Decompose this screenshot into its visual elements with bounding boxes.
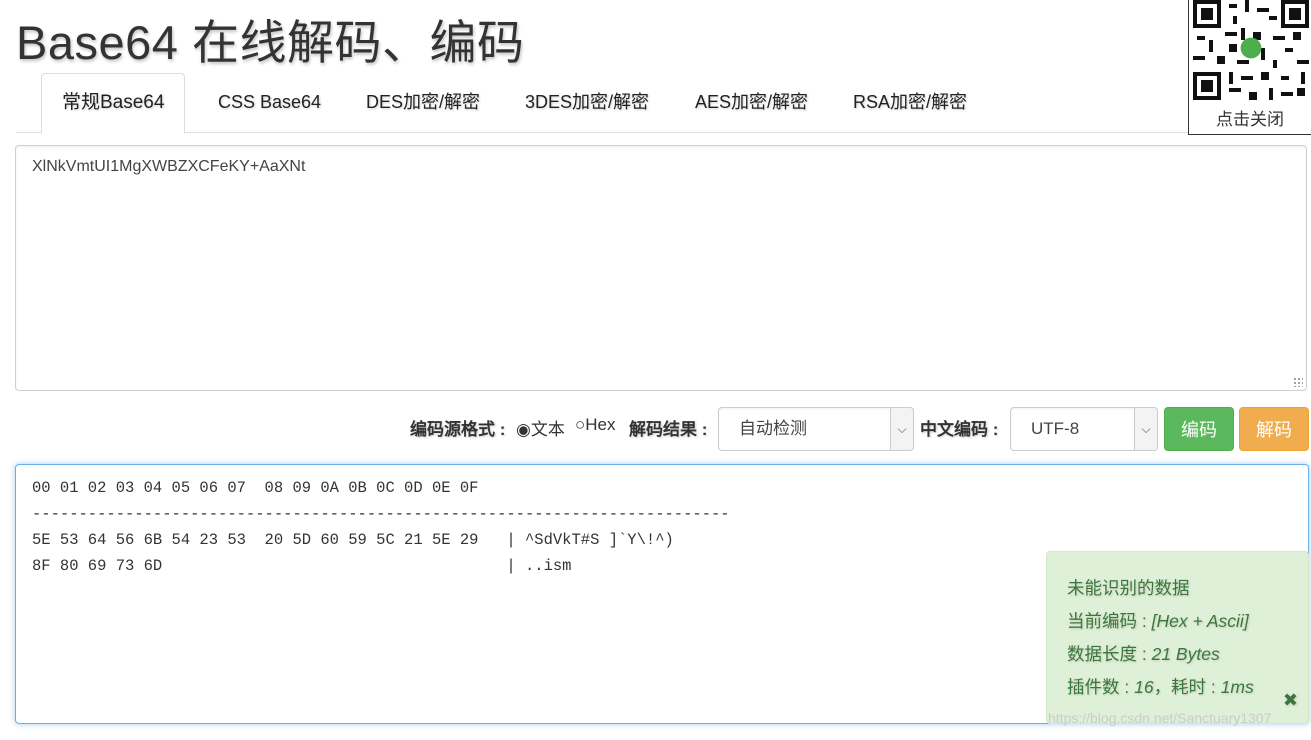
decode-button[interactable]: 解码 bbox=[1239, 407, 1309, 451]
decode-result-value: 自动检测 bbox=[739, 419, 807, 438]
chinese-encoding-value: UTF-8 bbox=[1031, 419, 1080, 438]
tab-bar: 常规Base64 CSS Base64 DES加密/解密 3DES加密/解密 A… bbox=[16, 73, 1310, 134]
tab-rsa[interactable]: RSA加密/解密 bbox=[853, 73, 967, 132]
chevron-down-icon: ⌵ bbox=[1134, 408, 1157, 450]
tab-3des[interactable]: 3DES加密/解密 bbox=[525, 73, 649, 132]
resize-grip-icon[interactable] bbox=[1293, 377, 1303, 387]
base64-input[interactable]: XlNkVmtUI1MgXWBZXCFeKY+AaXNt bbox=[15, 145, 1307, 391]
info-length-value: 21 Bytes bbox=[1151, 644, 1220, 664]
hex-divider-line: ----------------------------------------… bbox=[32, 505, 730, 523]
info-plugins-value: 16 bbox=[1134, 677, 1154, 697]
tab-aes[interactable]: AES加密/解密 bbox=[695, 73, 808, 132]
decode-result-select[interactable]: 自动检测 ⌵ bbox=[718, 407, 914, 451]
info-time-label: ，耗时 : bbox=[1153, 677, 1221, 697]
qr-close-link[interactable]: 点击关闭 bbox=[1189, 105, 1311, 130]
hex-header-line: 00 01 02 03 04 05 06 07 08 09 0A 0B 0C 0… bbox=[32, 479, 479, 497]
info-plugins-label: 插件数 : bbox=[1067, 677, 1135, 697]
input-text: XlNkVmtUI1MgXWBZXCFeKY+AaXNt bbox=[32, 158, 306, 175]
page-title: Base64 在线解码、编码 bbox=[16, 16, 525, 69]
radio-text[interactable]: ◉文本 bbox=[516, 415, 565, 440]
decode-result-label: 解码结果 : bbox=[629, 420, 708, 439]
radio-text-label: 文本 bbox=[530, 420, 565, 439]
chinese-encoding-select[interactable]: UTF-8 ⌵ bbox=[1010, 407, 1158, 451]
close-icon[interactable]: ✖ bbox=[1283, 690, 1298, 711]
info-length-label: 数据长度 : bbox=[1067, 644, 1152, 664]
radio-hex-label: Hex bbox=[585, 415, 616, 434]
info-plugins-row: 插件数 : 16，耗时 : 1ms bbox=[1067, 671, 1288, 704]
tab-des[interactable]: DES加密/解密 bbox=[366, 73, 480, 132]
radio-checked-icon: ◉ bbox=[516, 420, 531, 439]
radio-unchecked-icon: ○ bbox=[575, 415, 586, 434]
encode-button[interactable]: 编码 bbox=[1164, 407, 1234, 451]
info-time-value: 1ms bbox=[1220, 677, 1254, 697]
qr-panel: 点击关闭 bbox=[1188, 0, 1311, 135]
info-encoding-label: 当前编码 : bbox=[1067, 611, 1152, 631]
chinese-encoding-label: 中文编码 : bbox=[920, 420, 999, 439]
source-format-label: 编码源格式 : bbox=[410, 420, 506, 439]
tab-css-base64[interactable]: CSS Base64 bbox=[218, 73, 321, 132]
tab-base64[interactable]: 常规Base64 bbox=[41, 73, 186, 134]
radio-hex[interactable]: ○Hex bbox=[575, 415, 616, 435]
info-encoding-row: 当前编码 : [Hex + Ascii] bbox=[1067, 605, 1288, 638]
chevron-down-icon: ⌵ bbox=[890, 408, 913, 450]
info-panel: 未能识别的数据 当前编码 : [Hex + Ascii] 数据长度 : 21 B… bbox=[1046, 551, 1309, 724]
info-title: 未能识别的数据 bbox=[1067, 578, 1190, 598]
watermark: https://blog.csdn.net/Sanctuary1307 bbox=[1048, 710, 1272, 726]
qr-code-icon bbox=[1193, 0, 1309, 100]
info-length-row: 数据长度 : 21 Bytes bbox=[1067, 638, 1288, 671]
info-encoding-value: [Hex + Ascii] bbox=[1151, 611, 1249, 631]
hex-data-line: 5E 53 64 56 6B 54 23 53 20 5D 60 59 5C 2… bbox=[32, 531, 674, 549]
controls-bar: 编码源格式 : ◉文本 ○Hex 解码结果 : 自动检测 ⌵ 中文编码 : UT… bbox=[0, 405, 1311, 453]
